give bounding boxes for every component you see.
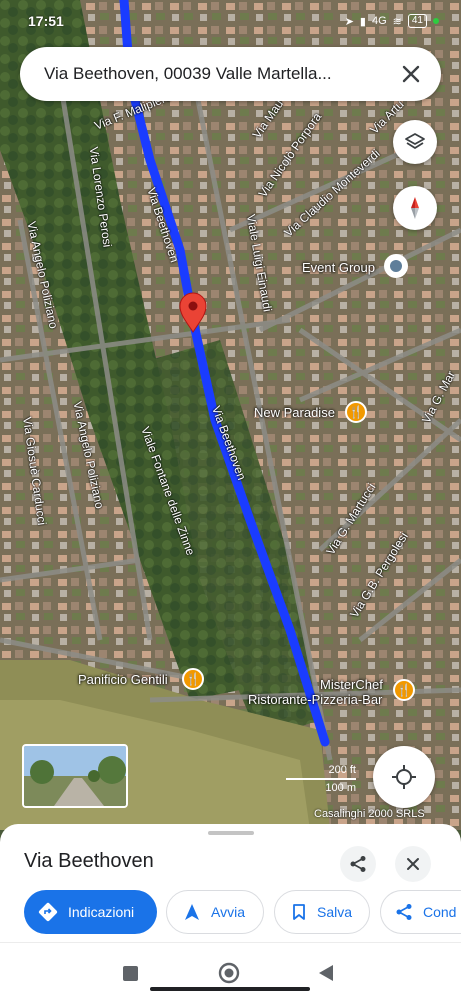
- restaurant-icon[interactable]: 🍴: [182, 668, 204, 690]
- poi-label-event-group[interactable]: Event Group: [302, 260, 375, 275]
- my-location-button[interactable]: [373, 746, 435, 808]
- search-query[interactable]: Via Beethoven, 00039 Valle Martella...: [44, 64, 384, 84]
- location-arrow-icon: ➤: [344, 15, 354, 28]
- status-bar: 17:51 ➤ ▮ 4G ≋ 41: [0, 0, 461, 42]
- search-bar[interactable]: Via Beethoven, 00039 Valle Martella...: [20, 47, 441, 101]
- share-chip-button[interactable]: Cond: [380, 890, 461, 934]
- restaurant-icon[interactable]: 🍴: [345, 401, 367, 423]
- compass-button[interactable]: [393, 186, 437, 230]
- privacy-indicator-icon: [433, 18, 439, 24]
- save-button[interactable]: Salva: [274, 890, 370, 934]
- poi-label-misterchef-sub[interactable]: Ristorante-Pizzeria-Bar: [248, 692, 382, 707]
- navigation-icon: [185, 904, 199, 920]
- map-attribution: Casalinghi 2000 SRLS: [314, 808, 425, 820]
- close-icon: [407, 858, 419, 870]
- event-group-marker[interactable]: [384, 254, 408, 278]
- poi-label-new-paradise[interactable]: New Paradise: [254, 405, 335, 420]
- layers-button[interactable]: [393, 120, 437, 164]
- poi-label-misterchef[interactable]: MisterChef: [320, 677, 383, 692]
- place-title: Via Beethoven: [24, 850, 154, 872]
- share-label: Cond: [423, 904, 457, 920]
- back-button[interactable]: [318, 964, 334, 987]
- directions-label: Indicazioni: [68, 904, 135, 920]
- square-icon: [123, 966, 138, 981]
- status-time: 17:51: [28, 13, 64, 29]
- bookmark-icon: [293, 904, 305, 920]
- home-button[interactable]: [218, 962, 240, 989]
- satellite-imagery: [0, 0, 461, 830]
- back-triangle-icon: [319, 965, 333, 981]
- street-view-thumbnail[interactable]: [22, 744, 128, 808]
- satellite-map[interactable]: Via F. Malipiero Via Beethoven Via Loren…: [0, 0, 461, 830]
- share-icon: [396, 904, 412, 920]
- close-icon[interactable]: [397, 60, 425, 88]
- share-icon: [350, 856, 366, 872]
- gesture-bar: [150, 987, 310, 991]
- layers-icon: [405, 133, 425, 149]
- restaurant-icon[interactable]: 🍴: [393, 679, 415, 701]
- crosshair-icon: [392, 765, 416, 789]
- compass-icon: [411, 197, 419, 219]
- scale-meters: 100 m: [325, 782, 356, 794]
- battery-icon: 41: [407, 14, 427, 28]
- system-nav-bar: [0, 942, 461, 1001]
- save-label: Salva: [317, 904, 353, 920]
- signal-icon: ▮: [359, 15, 366, 28]
- map-scale: 200 ft 100 m: [286, 764, 356, 794]
- directions-button[interactable]: Indicazioni: [24, 890, 157, 934]
- start-navigation-button[interactable]: Avvia: [166, 890, 264, 934]
- share-button[interactable]: [340, 846, 376, 882]
- scale-feet: 200 ft: [328, 764, 356, 776]
- sheet-drag-handle[interactable]: [208, 831, 254, 835]
- wifi-icon: ≋: [392, 15, 402, 28]
- home-circle-icon: [218, 962, 240, 984]
- poi-label-panificio[interactable]: Panificio Gentili: [78, 672, 168, 687]
- recent-apps-button[interactable]: [122, 965, 139, 987]
- start-label: Avvia: [211, 904, 245, 920]
- directions-icon: [38, 902, 58, 922]
- network-type: 4G: [371, 15, 387, 27]
- close-sheet-button[interactable]: [395, 846, 431, 882]
